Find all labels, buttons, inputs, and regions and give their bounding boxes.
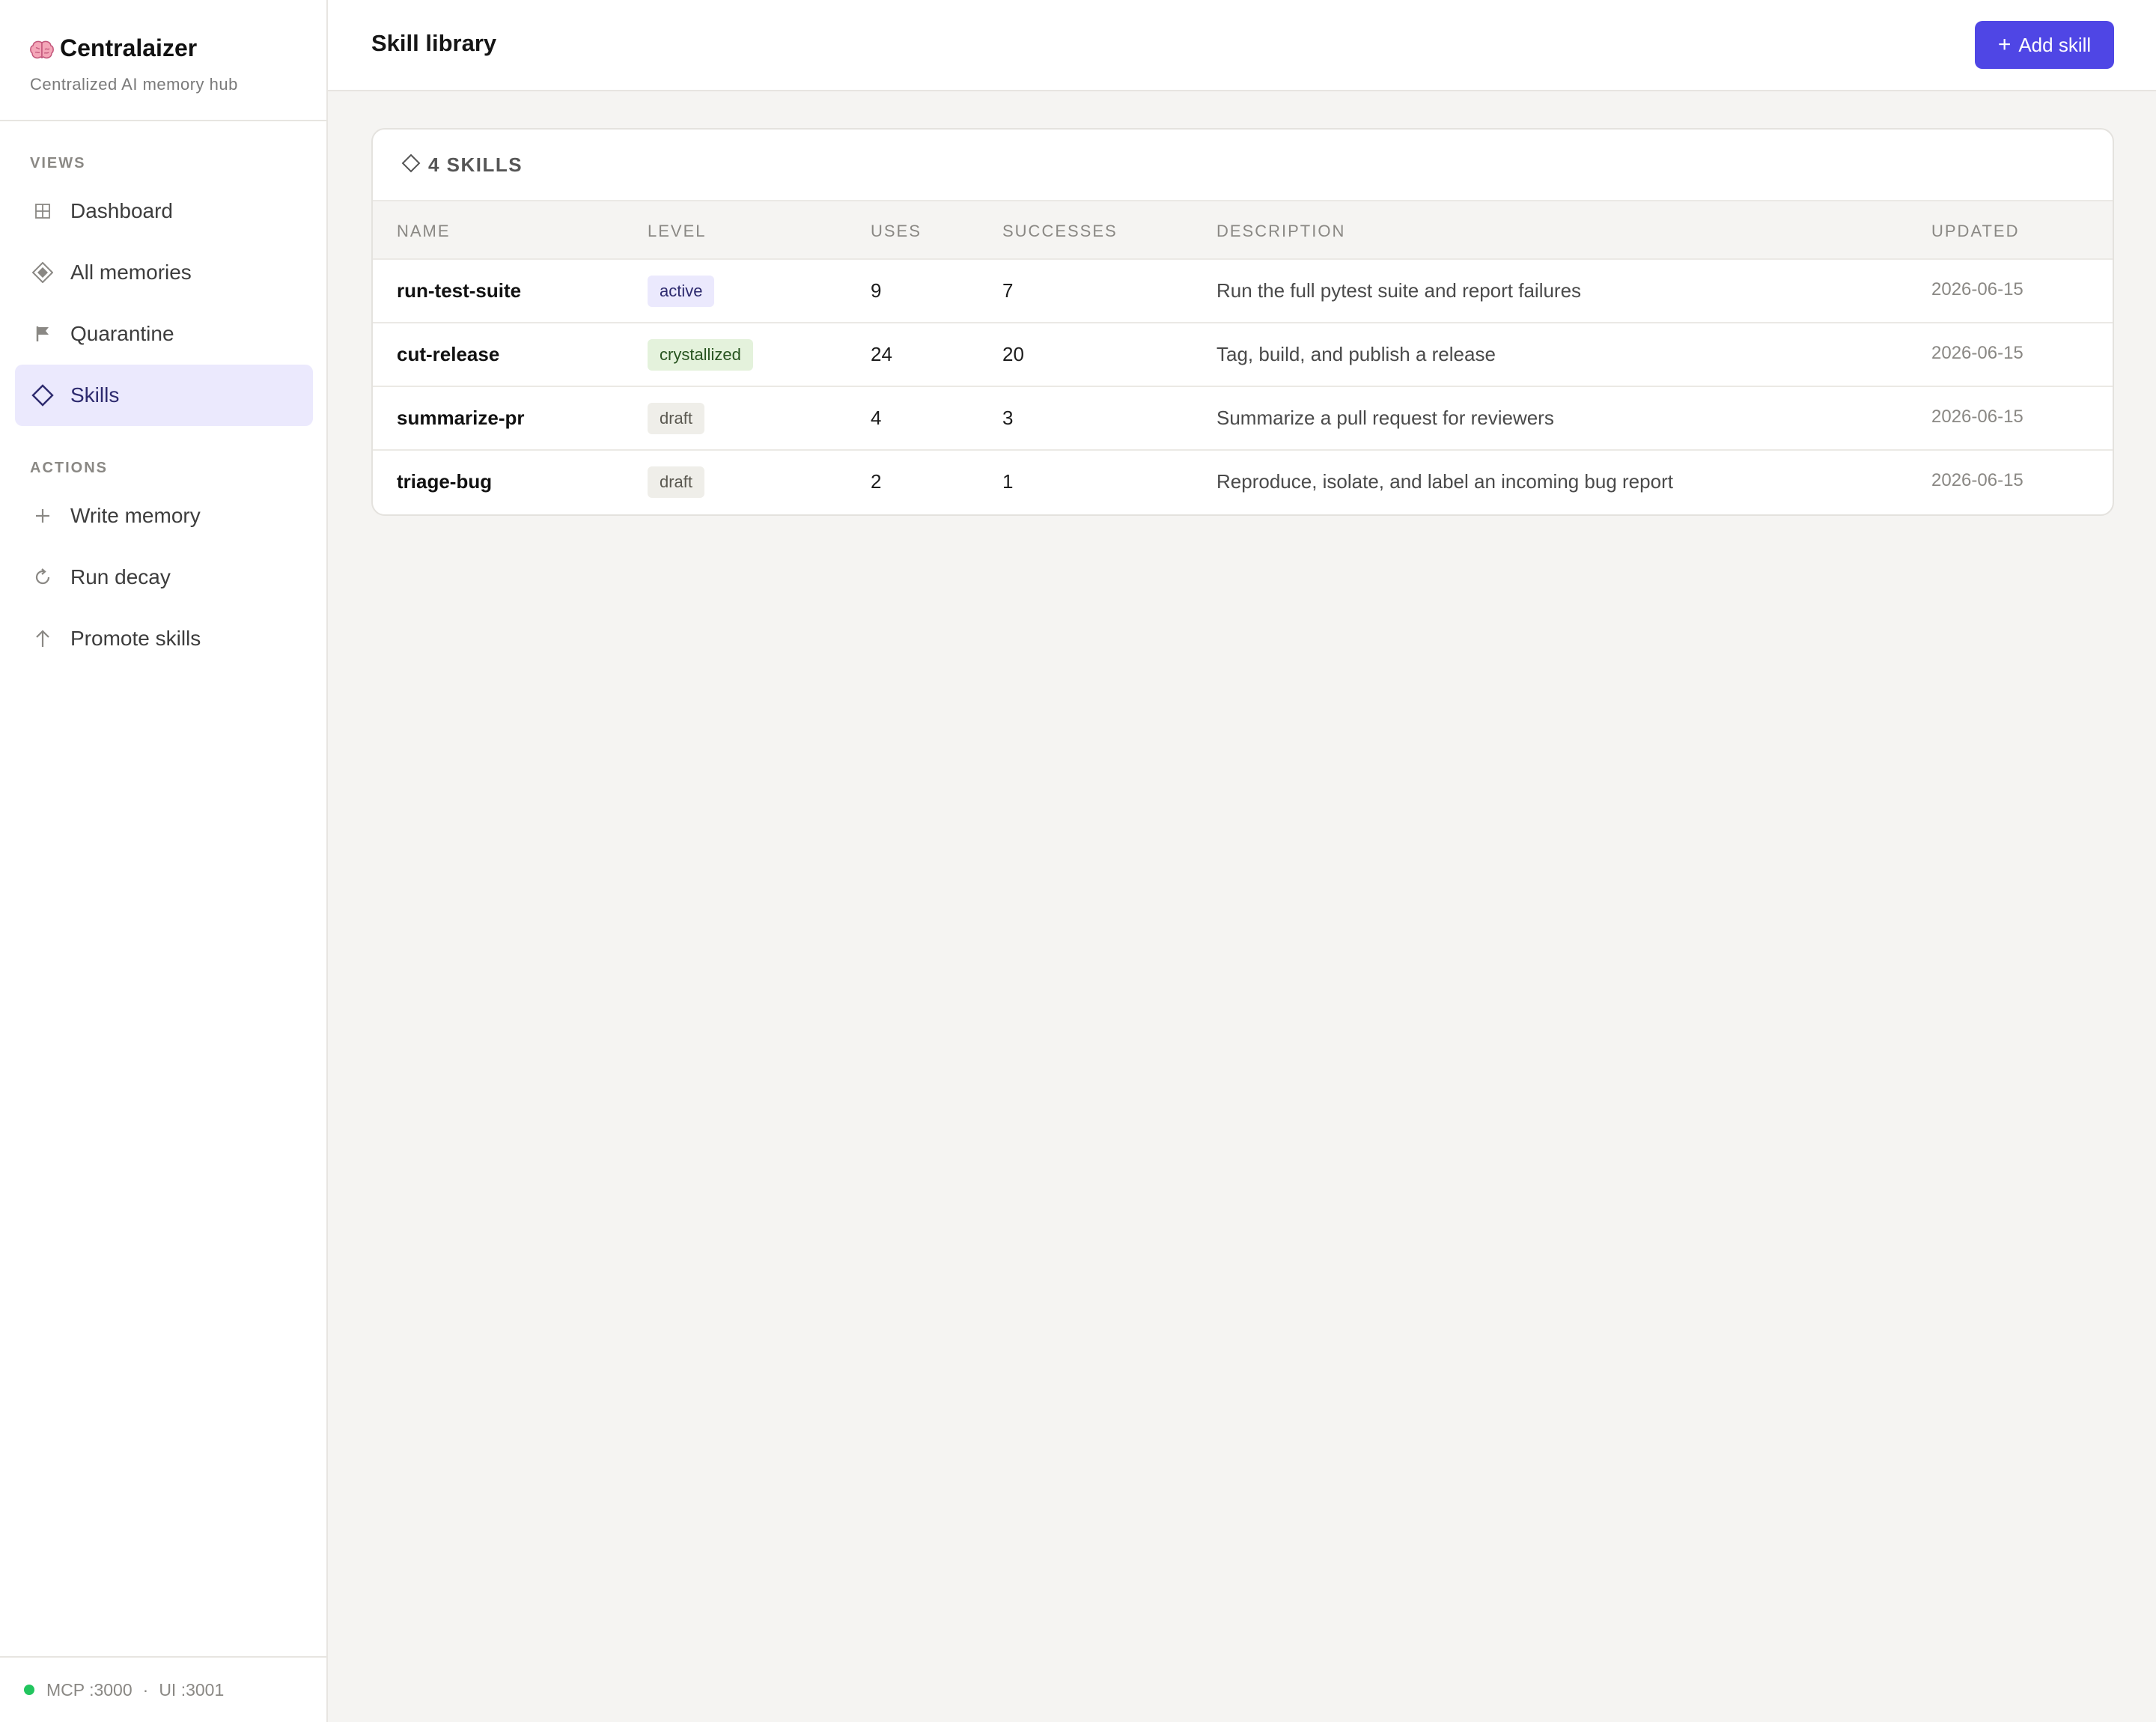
plus-icon: + (1997, 32, 2012, 57)
skills-count: 4 SKILLS (428, 153, 523, 176)
sidebar-divider (0, 120, 326, 121)
add-skill-button[interactable]: + Add skill (1975, 21, 2114, 69)
skills-table-card: 4 SKILLS NAME LEVEL USES SUCCESSES DESCR… (371, 128, 2114, 516)
write-memory-button[interactable]: Write memory (15, 485, 313, 547)
skill-updated: 2026-06-15 (1931, 279, 2023, 299)
skill-name[interactable]: summarize-pr (397, 407, 525, 430)
skill-uses: 4 (871, 407, 882, 429)
page-title: Skill library (371, 30, 497, 56)
table-header: NAME LEVEL USES SUCCESSES DESCRIPTION UP… (373, 201, 2113, 260)
skill-successes: 20 (1002, 343, 1024, 365)
skill-description: Summarize a pull request for reviewers (1216, 407, 1554, 429)
diamond-filled-icon (31, 261, 54, 284)
app-title[interactable]: Centralaizer (30, 33, 314, 63)
table-row[interactable]: run-test-suite active 9 7 Run the full p… (373, 260, 2113, 323)
arrow-up-icon (31, 627, 54, 650)
mcp-port: MCP :3000 (46, 1679, 133, 1700)
skill-name[interactable]: run-test-suite (397, 279, 521, 302)
promote-skills-button[interactable]: Promote skills (15, 608, 313, 669)
plus-icon (31, 505, 54, 527)
level-badge: draft (648, 403, 705, 434)
add-skill-label: Add skill (2018, 33, 2092, 56)
topbar: Skill library + Add skill (328, 0, 2156, 91)
diamond-outline-icon (401, 153, 421, 177)
column-header-description[interactable]: DESCRIPTION (1216, 222, 1345, 241)
ui-port: UI :3001 (159, 1679, 225, 1700)
table-row[interactable]: cut-release crystallized 24 20 Tag, buil… (373, 323, 2113, 387)
skill-description: Reproduce, isolate, and label an incomin… (1216, 470, 1673, 493)
run-decay-label: Run decay (70, 565, 171, 588)
level-badge: draft (648, 466, 705, 498)
nav-label-dashboard: Dashboard (70, 199, 173, 222)
nav-label-skills: Skills (70, 383, 120, 407)
column-header-level[interactable]: LEVEL (648, 222, 707, 241)
skill-updated: 2026-06-15 (1931, 343, 2023, 363)
level-badge: active (648, 276, 715, 307)
server-status: MCP :3000 · UI :3001 (0, 1656, 326, 1722)
skills-card-header: 4 SKILLS (373, 130, 2113, 201)
skill-updated: 2026-06-15 (1931, 470, 2023, 490)
column-header-successes[interactable]: SUCCESSES (1002, 222, 1118, 241)
skill-name[interactable]: cut-release (397, 343, 499, 366)
nav-label-all-memories: All memories (70, 261, 192, 284)
diamond-outline-icon (31, 384, 54, 407)
brand: Centralaizer Centralized AI memory hub (30, 33, 314, 94)
app-title-text: Centralaizer (60, 34, 198, 61)
nav-item-skills[interactable]: Skills (15, 365, 313, 426)
skill-successes: 7 (1002, 279, 1014, 302)
skill-successes: 3 (1002, 407, 1014, 429)
column-header-uses[interactable]: USES (871, 222, 922, 241)
table-row[interactable]: triage-bug draft 2 1 Reproduce, isolate,… (373, 451, 2113, 514)
grid-icon (31, 200, 54, 222)
skill-description: Tag, build, and publish a release (1216, 343, 1496, 365)
actions-section-label: ACTIONS (30, 460, 108, 476)
skill-name[interactable]: triage-bug (397, 470, 492, 493)
skill-updated: 2026-06-15 (1931, 407, 2023, 427)
run-decay-button[interactable]: Run decay (15, 547, 313, 608)
nav-item-quarantine[interactable]: Quarantine (15, 303, 313, 365)
nav-label-quarantine: Quarantine (70, 322, 174, 345)
skill-uses: 9 (871, 279, 882, 302)
table-row[interactable]: summarize-pr draft 4 3 Summarize a pull … (373, 387, 2113, 451)
skill-successes: 1 (1002, 470, 1014, 493)
status-dot-icon (24, 1685, 34, 1695)
promote-skills-label: Promote skills (70, 627, 201, 650)
status-separator: · (142, 1679, 149, 1700)
skill-description: Run the full pytest suite and report fai… (1216, 279, 1582, 302)
flag-icon (31, 323, 54, 345)
brain-icon (30, 38, 54, 59)
column-header-name[interactable]: NAME (397, 222, 451, 241)
app-subtitle: Centralized AI memory hub (30, 75, 238, 94)
level-badge: crystallized (648, 339, 753, 371)
sidebar: Centralaizer Centralized AI memory hub V… (0, 0, 328, 1722)
views-nav: Dashboard All memories Quarantine Skills (15, 180, 313, 426)
skill-uses: 2 (871, 470, 882, 493)
nav-item-all-memories[interactable]: All memories (15, 242, 313, 303)
write-memory-label: Write memory (70, 504, 201, 527)
skill-uses: 24 (871, 343, 892, 365)
nav-item-dashboard[interactable]: Dashboard (15, 180, 313, 242)
views-section-label: VIEWS (30, 155, 86, 171)
refresh-icon (31, 566, 54, 588)
actions-nav: Write memory Run decay Promote skills (15, 485, 313, 669)
column-header-updated[interactable]: UPDATED (1931, 222, 2020, 241)
